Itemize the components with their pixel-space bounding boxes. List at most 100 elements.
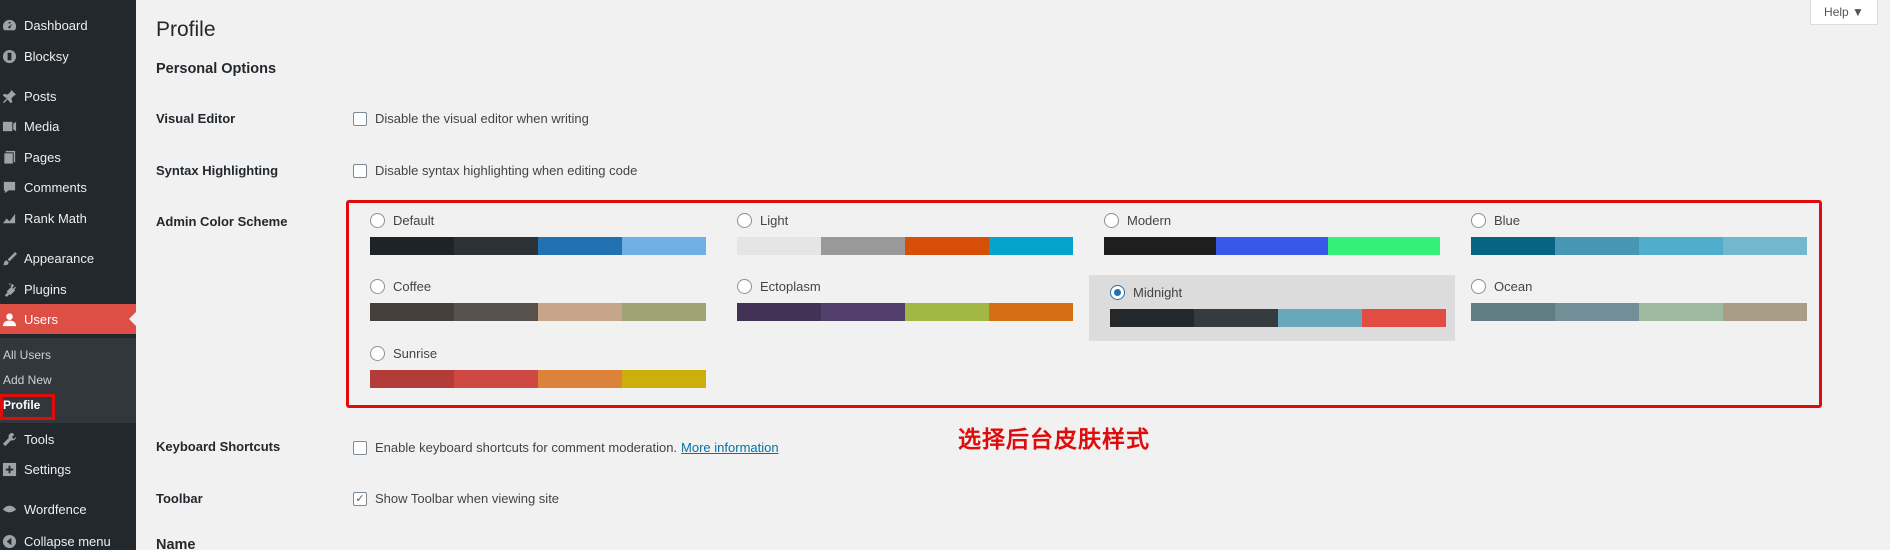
radio-button[interactable] [737, 279, 752, 294]
menu-item-posts[interactable]: Posts [0, 81, 136, 111]
toolbar-option[interactable]: ✓ Show Toolbar when viewing site [353, 491, 559, 506]
menu-item-blocksy[interactable]: Blocksy [0, 41, 136, 71]
syntax-highlighting-checkbox[interactable] [353, 163, 367, 178]
section-heading-name: Name [156, 537, 196, 550]
color-scheme-option[interactable]: Blue [1450, 203, 1816, 269]
page-title: Profile [156, 18, 216, 41]
color-scheme-option[interactable]: Sunrise [349, 336, 715, 402]
color-swatches [1471, 303, 1807, 321]
toolbar-checkbox[interactable]: ✓ [353, 491, 367, 506]
radio-button[interactable] [1471, 213, 1486, 228]
menu-label: Tools [24, 431, 55, 447]
color-swatch [454, 303, 538, 321]
submenu-all-users[interactable]: All Users [3, 348, 51, 362]
color-swatch [370, 370, 454, 388]
settings-icon [1, 461, 17, 477]
color-swatches [737, 237, 1073, 255]
keyboard-shortcuts-label: Keyboard Shortcuts [156, 439, 281, 454]
syntax-highlighting-option[interactable]: Disable syntax highlighting when editing… [353, 163, 637, 178]
menu-item-appearance[interactable]: Appearance [0, 243, 136, 273]
menu-item-rank-math[interactable]: Rank Math [0, 203, 136, 233]
menu-item-plugins[interactable]: Plugins [0, 274, 136, 304]
menu-item-settings[interactable]: Settings [0, 454, 136, 484]
color-swatch [1471, 237, 1555, 255]
plugin-icon [1, 281, 17, 297]
color-swatch [905, 303, 989, 321]
radio-button-checked[interactable] [1110, 285, 1125, 300]
menu-label: Settings [24, 461, 71, 477]
radio-button[interactable] [370, 346, 385, 361]
color-swatch [454, 237, 538, 255]
color-scheme-option-selected[interactable]: Midnight [1089, 275, 1455, 341]
radio-button[interactable] [1104, 213, 1119, 228]
blocksy-icon [1, 48, 17, 64]
color-scheme-option[interactable]: Coffee [349, 269, 715, 335]
menu-label: Dashboard [24, 17, 88, 33]
color-swatch [1194, 309, 1278, 327]
dashboard-icon [1, 17, 17, 33]
color-swatches [370, 237, 706, 255]
color-swatch [1639, 303, 1723, 321]
menu-label: Wordfence [24, 501, 87, 517]
color-swatch [454, 370, 538, 388]
radio-button[interactable] [370, 279, 385, 294]
scheme-name: Coffee [393, 279, 432, 294]
color-scheme-option[interactable]: Ectoplasm [716, 269, 1082, 335]
color-swatch [989, 303, 1073, 321]
radio-button[interactable] [1471, 279, 1486, 294]
menu-label: Comments [24, 179, 87, 195]
help-button[interactable]: Help ▼ [1810, 0, 1878, 25]
color-swatch [737, 303, 821, 321]
color-swatch [1362, 309, 1446, 327]
color-scheme-option[interactable]: Default [349, 203, 715, 269]
color-scheme-option[interactable]: Light [716, 203, 1082, 269]
radio-button[interactable] [737, 213, 752, 228]
menu-label: Posts [24, 88, 57, 104]
toolbar-checkbox-text: Show Toolbar when viewing site [375, 491, 560, 506]
color-swatch [821, 303, 905, 321]
color-swatch [1110, 309, 1194, 327]
media-icon [1, 118, 17, 134]
color-scheme-option[interactable]: Modern [1083, 203, 1449, 269]
color-swatches [370, 370, 706, 388]
color-swatches [370, 303, 706, 321]
color-swatch [821, 237, 905, 255]
menu-item-users[interactable]: Users [0, 304, 136, 334]
color-scheme-option[interactable]: Ocean [1450, 269, 1816, 335]
menu-item-comments[interactable]: Comments [0, 172, 136, 202]
wrench-icon [1, 431, 17, 447]
scheme-name: Ocean [1494, 279, 1533, 294]
menu-item-media[interactable]: Media [0, 111, 136, 141]
annotation-text: 选择后台皮肤样式 [958, 426, 1150, 452]
rank-math-icon [1, 210, 17, 226]
menu-item-wordfence[interactable]: Wordfence [0, 494, 136, 524]
color-swatch [370, 303, 454, 321]
menu-item-tools[interactable]: Tools [0, 424, 136, 454]
menu-item-collapse[interactable]: Collapse menu [0, 526, 136, 550]
visual-editor-checkbox[interactable] [353, 111, 367, 126]
scheme-name: Modern [1127, 213, 1172, 228]
menu-item-dashboard[interactable]: Dashboard [0, 10, 136, 40]
color-swatch [1216, 237, 1328, 255]
radio-button[interactable] [370, 213, 385, 228]
color-scheme-label: Admin Color Scheme [156, 214, 288, 229]
collapse-icon [1, 533, 17, 549]
keyboard-shortcuts-option[interactable]: Enable keyboard shortcuts for comment mo… [353, 440, 779, 455]
visual-editor-option[interactable]: Disable the visual editor when writing [353, 111, 589, 126]
color-swatches [737, 303, 1073, 321]
scheme-name: Midnight [1133, 285, 1183, 300]
pin-icon [1, 88, 17, 104]
menu-label: Plugins [24, 281, 67, 297]
comment-icon [1, 179, 17, 195]
admin-sidebar: Dashboard Blocksy Posts Media Pages Comm… [0, 0, 136, 550]
menu-item-pages[interactable]: Pages [0, 142, 136, 172]
scheme-name: Sunrise [393, 346, 438, 361]
submenu-add-new[interactable]: Add New [3, 373, 52, 387]
color-swatch [1104, 237, 1216, 255]
more-information-link[interactable]: More information [681, 440, 779, 455]
scheme-name: Default [393, 213, 435, 228]
color-swatches [1471, 237, 1807, 255]
color-swatch [370, 237, 454, 255]
keyboard-shortcuts-checkbox[interactable] [353, 440, 367, 455]
users-icon [1, 311, 17, 327]
